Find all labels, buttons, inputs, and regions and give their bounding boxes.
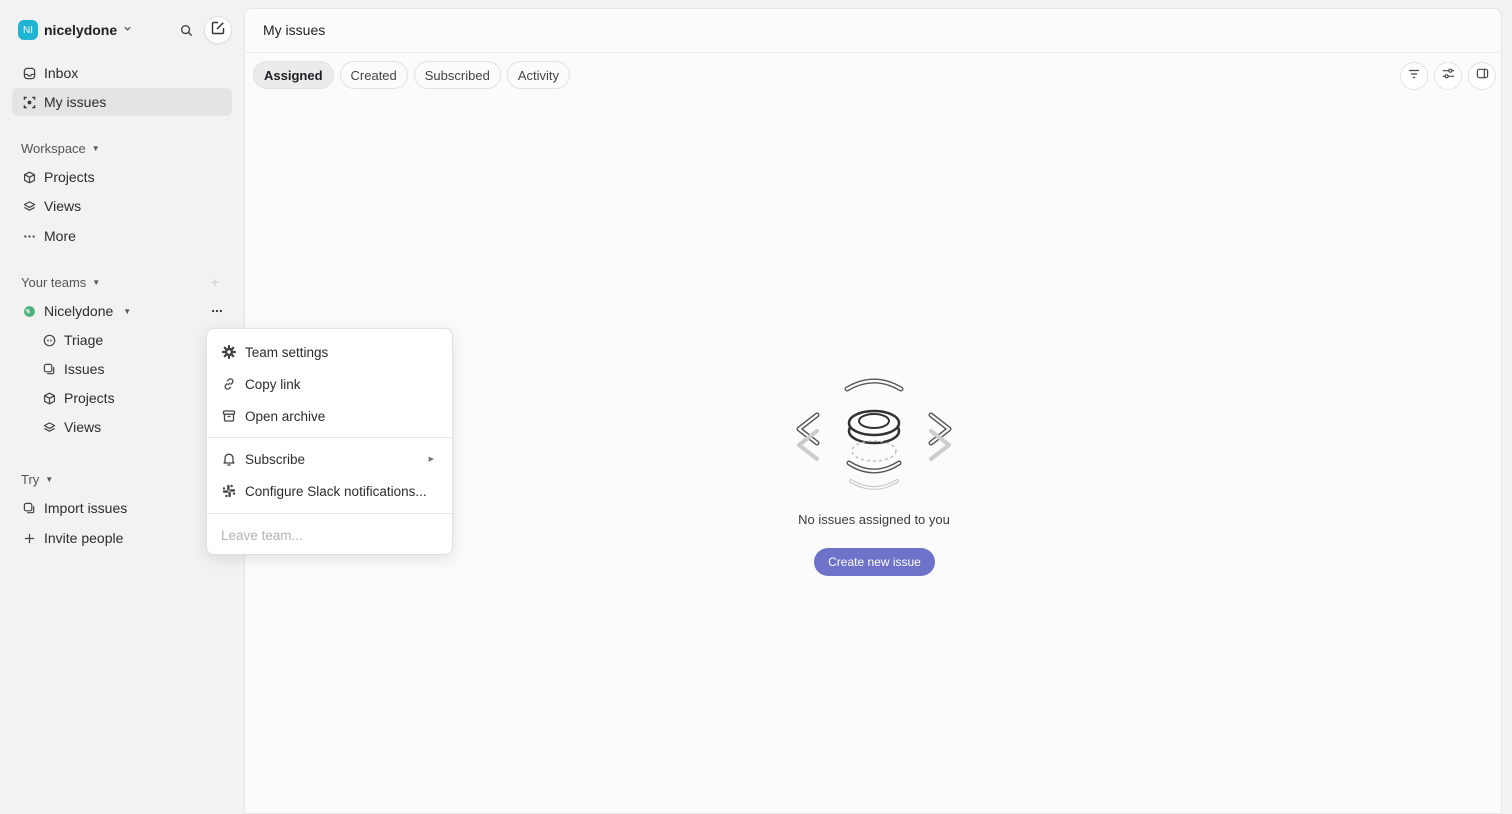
new-issue-button[interactable] xyxy=(204,16,232,44)
sidebar-item-import-issues[interactable]: Import issues xyxy=(12,494,232,522)
sidebar-item-triage[interactable]: Triage xyxy=(32,326,232,354)
menu-item-configure-slack[interactable]: Configure Slack notifications... xyxy=(207,476,452,506)
sidebar-item-label: Inbox xyxy=(44,65,79,81)
sidebar-item-label: Import issues xyxy=(44,500,128,516)
header-divider xyxy=(245,52,1501,53)
sidebar-item-label: Views xyxy=(44,198,82,214)
tab-assigned[interactable]: Assigned xyxy=(253,61,334,89)
my-issues-icon xyxy=(22,95,36,109)
team-context-menu: Team settings Copy link Open archive Sub… xyxy=(206,328,453,555)
caret-down-icon: ▼ xyxy=(123,306,132,316)
sidebar-item-more[interactable]: More xyxy=(12,222,232,250)
issues-icon xyxy=(42,362,56,376)
sidebar-item-team-projects[interactable]: Projects xyxy=(32,384,232,412)
inbox-icon xyxy=(22,66,36,80)
menu-divider xyxy=(207,437,452,438)
menu-item-leave-team: Leave team... xyxy=(207,520,452,550)
menu-item-label: Subscribe xyxy=(245,451,306,467)
issue-tabs: Assigned Created Subscribed Activity xyxy=(253,61,570,89)
menu-item-team-settings[interactable]: Team settings xyxy=(207,337,452,367)
sidebar-item-label: Views xyxy=(64,419,102,435)
section-workspace[interactable]: Workspace ▼ xyxy=(21,140,100,156)
plus-icon xyxy=(22,531,36,545)
sidebar-item-label: More xyxy=(44,228,76,244)
team-name: Nicelydone xyxy=(44,303,114,319)
section-label: Your teams xyxy=(21,274,87,290)
tab-subscribed[interactable]: Subscribed xyxy=(413,61,501,89)
team-more-button[interactable] xyxy=(206,302,228,322)
sidebar-item-label: My issues xyxy=(44,94,107,110)
sidebar-item-inbox[interactable]: Inbox xyxy=(12,59,232,87)
team-globe-icon xyxy=(22,304,36,318)
ellipsis-icon xyxy=(211,304,223,320)
layers-icon xyxy=(42,420,56,434)
add-team-icon[interactable]: + xyxy=(211,274,219,290)
menu-item-label: Copy link xyxy=(245,376,301,392)
section-label: Try xyxy=(21,471,40,487)
toggle-side-panel-button[interactable] xyxy=(1468,62,1496,90)
caret-down-icon: ▼ xyxy=(92,277,101,287)
section-try[interactable]: Try ▼ xyxy=(21,471,53,487)
import-icon xyxy=(22,501,36,515)
cube-icon xyxy=(42,391,56,405)
cube-icon xyxy=(22,170,36,184)
display-options-button[interactable] xyxy=(1434,62,1462,90)
sidebar-item-issues[interactable]: Issues xyxy=(32,355,232,383)
slack-icon xyxy=(222,484,236,498)
sidebar-item-projects[interactable]: Projects xyxy=(12,163,232,191)
caret-down-icon: ▼ xyxy=(45,474,54,484)
empty-issues-illustration xyxy=(796,378,952,490)
link-icon xyxy=(222,377,236,391)
menu-item-label: Team settings xyxy=(245,344,329,360)
sidebar-item-label: Projects xyxy=(44,169,95,185)
bell-icon xyxy=(222,452,236,466)
ellipsis-icon xyxy=(22,229,36,243)
triage-icon xyxy=(42,333,56,347)
tab-activity[interactable]: Activity xyxy=(506,61,570,89)
menu-item-subscribe[interactable]: Subscribe ▶ xyxy=(207,444,452,474)
side-panel-icon xyxy=(1476,67,1489,85)
sidebar-item-label: Invite people xyxy=(44,530,124,546)
sidebar-item-my-issues[interactable]: My issues xyxy=(12,88,232,116)
menu-item-open-archive[interactable]: Open archive xyxy=(207,401,452,431)
submenu-arrow-icon: ▶ xyxy=(428,456,434,463)
tab-created[interactable]: Created xyxy=(339,61,408,89)
create-new-issue-button[interactable]: Create new issue xyxy=(814,548,935,576)
layers-icon xyxy=(22,199,36,213)
workspace-name: nicelydone xyxy=(44,22,118,38)
sidebar-item-label: Triage xyxy=(64,332,104,348)
sliders-icon xyxy=(1442,67,1455,85)
menu-item-label: Open archive xyxy=(245,408,326,424)
menu-item-label: Configure Slack notifications... xyxy=(245,483,427,499)
page-title: My issues xyxy=(263,22,326,38)
section-your-teams[interactable]: Your teams ▼ xyxy=(21,274,100,290)
sidebar-team-nicelydone[interactable]: Nicelydone ▼ xyxy=(12,297,232,325)
menu-item-copy-link[interactable]: Copy link xyxy=(207,369,452,399)
archive-icon xyxy=(222,409,236,423)
gear-icon xyxy=(222,345,236,359)
sidebar-item-views[interactable]: Views xyxy=(12,192,232,220)
chevron-down-icon xyxy=(123,24,132,36)
filter-button[interactable] xyxy=(1400,62,1428,90)
caret-down-icon: ▼ xyxy=(91,143,100,153)
sidebar-item-invite-people[interactable]: Invite people xyxy=(12,524,232,552)
sidebar-item-label: Projects xyxy=(64,390,115,406)
menu-item-label: Leave team... xyxy=(221,527,303,543)
workspace-avatar: NI xyxy=(18,20,38,40)
menu-divider xyxy=(207,513,452,514)
search-icon[interactable] xyxy=(176,20,196,40)
sidebar-item-team-views[interactable]: Views xyxy=(32,413,232,441)
sidebar-item-label: Issues xyxy=(64,361,105,377)
workspace-switcher[interactable]: NI nicelydone xyxy=(18,18,132,42)
filter-icon xyxy=(1408,67,1420,85)
compose-icon xyxy=(211,21,225,40)
section-label: Workspace xyxy=(21,140,86,156)
